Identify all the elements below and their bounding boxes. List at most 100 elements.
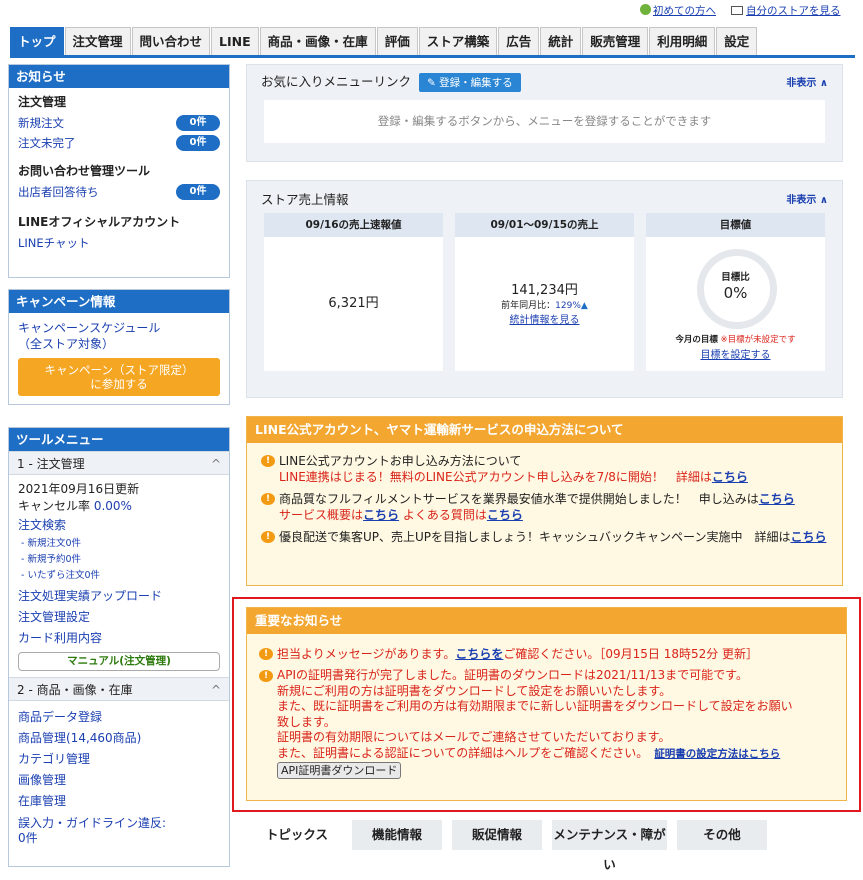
cancel-rate: キャンセル率 0.00% [9, 498, 229, 515]
tab-5[interactable]: 評価 [376, 27, 418, 55]
tab-1[interactable]: 注文管理 [64, 27, 131, 55]
manual-button[interactable]: マニュアル(注文管理) [18, 652, 220, 671]
tab-7[interactable]: 広告 [498, 27, 540, 55]
chevron-up-icon: ∧ [819, 194, 828, 206]
fav-empty-box: 登録・編集するボタンから、メニューを登録することができます [264, 100, 825, 143]
image-manage-link[interactable]: 画像管理 [18, 773, 66, 787]
join-btn-line2: に参加する [90, 377, 148, 391]
chevron-up-icon[interactable]: ^ [211, 452, 221, 474]
edit-icon: ✎ [427, 76, 440, 89]
chevron-up-icon: ∧ [819, 77, 828, 89]
msg1-link[interactable]: こちらを [455, 647, 503, 661]
unfinished-count[interactable]: 0件 [176, 135, 220, 151]
new-order-count[interactable]: 0件 [176, 115, 220, 131]
news-tab-1[interactable]: 機能情報 [352, 820, 442, 850]
news-tab-4[interactable]: その他 [677, 820, 767, 850]
violation-link[interactable]: 誤入力・ガイドライン違反: [18, 816, 166, 830]
cancel-rate-label: キャンセル率 [18, 499, 94, 513]
waiting-link[interactable]: 出店者回答待ち [18, 184, 99, 200]
info-icon: ! [261, 531, 275, 543]
tool-menu-box: ツールメニュー 1 - 注文管理 ^ 2021年09月16日更新 キャンセル率 0… [8, 427, 230, 867]
news-tab-0[interactable]: トピックス [252, 820, 342, 850]
tab-0[interactable]: トップ [10, 27, 64, 55]
info-icon [640, 4, 651, 15]
tab-underline [10, 55, 855, 58]
important-panel: 重要なお知らせ ! 担当よりメッセージがあります。こちらをご確認ください。［09月… [246, 607, 847, 801]
first-time-link[interactable]: 初めての方へ [640, 3, 716, 18]
product-manage-link[interactable]: 商品管理(14,460商品) [18, 731, 141, 745]
violation-count[interactable]: 0件 [18, 831, 38, 845]
card1-value: 6,321円 [328, 296, 379, 311]
register-edit-button[interactable]: ✎ 登録・編集する [419, 72, 521, 92]
fulfill-apply-link[interactable]: こちら [759, 492, 795, 506]
faq-link[interactable]: こちら [487, 508, 523, 522]
my-store-text[interactable]: 自分のストアを見る [746, 5, 841, 17]
sales-card-today: 09/16の売上速報値 6,321円 [264, 213, 443, 371]
line-chat-link[interactable]: LINEチャット [18, 235, 90, 251]
set-goal-link[interactable]: 目標を設定する [646, 346, 825, 361]
new-order-link[interactable]: 新規注文 [18, 115, 64, 131]
news-tab-2[interactable]: 販促情報 [452, 820, 542, 850]
fulfill-summary-link[interactable]: こちら [363, 508, 399, 522]
sales-hide-toggle[interactable]: 非表示 ∧ [786, 191, 828, 206]
cert-line4: 致します。 [277, 714, 336, 729]
tool-menu-title: ツールメニュー [9, 428, 229, 451]
fulfill-item: 商品質なフルフィルメントサービスを業界最安値水準で提供開始しました！ 申し込みは [279, 492, 759, 506]
tool-group-orders[interactable]: 1 - 注文管理 ^ [9, 451, 229, 475]
chevron-up-icon[interactable]: ^ [211, 678, 221, 700]
card-usage-link[interactable]: カード利用内容 [18, 631, 102, 645]
msg1: 担当よりメッセージがあります。 [277, 647, 456, 661]
cert-setup-link[interactable]: 証明書の設定方法はこちら [654, 748, 780, 760]
cert-line1: APIの証明書発行が完了しました。証明書のダウンロードは2021/11/13まで… [277, 668, 748, 682]
waiting-count[interactable]: 0件 [176, 184, 220, 200]
upload-link[interactable]: 注文処理実績アップロード [18, 589, 162, 603]
category-link[interactable]: カテゴリ管理 [18, 752, 90, 766]
sub-prank-order[interactable]: - いたずら注文0件 [9, 568, 229, 584]
order-search-link[interactable]: 注文検索 [18, 518, 66, 532]
unfinished-order-link[interactable]: 注文未完了 [18, 135, 76, 151]
tool-group-products[interactable]: 2 - 商品・画像・在庫 ^ [9, 677, 229, 701]
stat-link[interactable]: 統計情報を見る [510, 315, 580, 326]
my-store-link[interactable]: 自分のストアを見る [731, 3, 841, 18]
fav-hide-toggle[interactable]: 非表示 ∧ [786, 74, 828, 89]
order-setting-link[interactable]: 注文管理設定 [18, 610, 90, 624]
cert-line2: 新規にご利用の方は証明書をダウンロードして設定をお願いいたします。 [277, 683, 672, 698]
join-campaign-button[interactable]: キャンペーン（ストア限定） に参加する [18, 358, 220, 396]
info-icon: ! [261, 455, 275, 467]
first-time-text[interactable]: 初めての方へ [653, 5, 716, 17]
cert-line3: また、既に証明書をご利用の方は有効期限までに新しい証明書をダウンロードして設定を… [277, 699, 793, 713]
line-detail-link[interactable]: こちら [712, 470, 748, 484]
yoy-label: 前年同月比： [501, 301, 556, 311]
news-tab-3[interactable]: メンテナンス・障がい [552, 820, 667, 872]
cashback-item: 優良配送で集客UP、売上UPを目指しましょう！キャッシュバックキャンペーン実施中… [279, 530, 791, 544]
sub-new-reserve[interactable]: - 新規予約0件 [9, 552, 229, 568]
tab-10[interactable]: 利用明細 [649, 27, 716, 55]
campaign-box: キャンペーン情報 キャンペーンスケジュール （全ストア対象） キャンペーン（ストア… [8, 289, 230, 405]
sub-new-order[interactable]: - 新規注文0件 [9, 536, 229, 552]
tab-11[interactable]: 設定 [716, 27, 758, 55]
msg1-tail: ご確認ください。［09月15日 18時52分 更新］ [503, 647, 759, 661]
sales-title: ストア売上情報 [261, 191, 349, 207]
product-register-link[interactable]: 商品データ登録 [18, 710, 102, 724]
campaign-schedule-link[interactable]: キャンペーンスケジュール （全ストア対象） [18, 320, 220, 352]
goal-label: 目標比 [721, 272, 750, 283]
updated-date: 2021年09月16日更新 [18, 482, 140, 496]
tab-3[interactable]: LINE [211, 27, 259, 55]
line-notice-title: LINE公式アカウント、ヤマト運輸新サービスの申込方法について [247, 417, 842, 443]
cert-line5: 証明書の有効期限についてはメールでご連絡させていただいております。 [277, 730, 671, 744]
join-btn-line1: キャンペーン（ストア限定） [44, 363, 194, 377]
tab-2[interactable]: 問い合わせ [131, 27, 211, 55]
schedule-line1: キャンペーンスケジュール [18, 321, 161, 335]
tab-8[interactable]: 統計 [540, 27, 582, 55]
tab-9[interactable]: 販売管理 [582, 27, 649, 55]
tab-6[interactable]: ストア構築 [418, 27, 498, 55]
faq-label: よくある質問は [402, 508, 487, 522]
tab-4[interactable]: 商品・画像・在庫 [259, 27, 376, 55]
favorite-panel: お気に入りメニューリンク ✎ 登録・編集する 非表示 ∧ 登録・編集するボタンから、… [246, 64, 843, 162]
fulfill-summary-label: サービス概要は [279, 508, 364, 522]
stock-manage-link[interactable]: 在庫管理 [18, 794, 66, 808]
up-arrow-icon: ▲ [580, 301, 588, 311]
cert-download-button[interactable]: API証明書ダウンロード [277, 762, 402, 779]
cashback-link[interactable]: こちら [790, 530, 826, 544]
main-content: お気に入りメニューリンク ✎ 登録・編集する 非表示 ∧ 登録・編集するボタンから、… [232, 64, 861, 872]
